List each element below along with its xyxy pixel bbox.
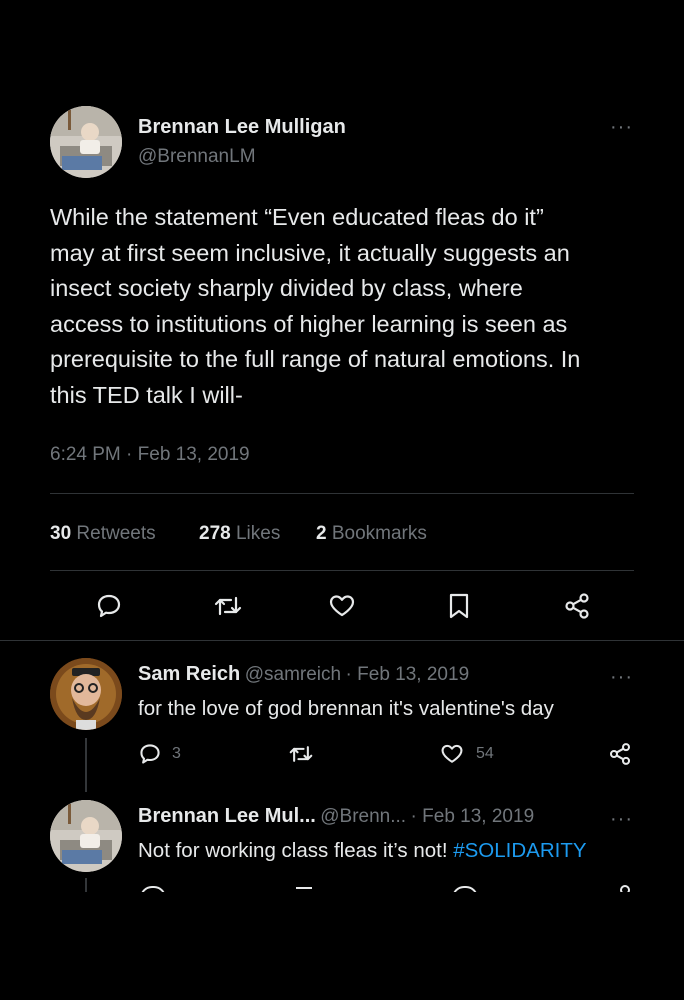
like-icon[interactable]: 54 bbox=[440, 742, 494, 766]
likes-stat[interactable]: 278 Likes bbox=[199, 523, 280, 545]
reply-icon[interactable] bbox=[95, 592, 123, 620]
tweet-text-line: may at first seem inclusive, it actually… bbox=[50, 239, 570, 266]
like-count: 54 bbox=[476, 745, 494, 762]
author-avatar[interactable] bbox=[50, 106, 122, 178]
more-options-icon[interactable]: ··· bbox=[610, 667, 633, 687]
tweet-text-line: this TED talk I will- bbox=[50, 381, 243, 408]
reply-date[interactable]: · Feb 13, 2019 bbox=[346, 664, 470, 685]
bookmarks-stat[interactable]: 2 Bookmarks bbox=[316, 523, 427, 545]
tweet-text-line: While the statement “Even educated fleas… bbox=[50, 204, 544, 230]
bookmark-icon[interactable] bbox=[446, 592, 472, 620]
reply-text-body: Not for working class fleas it’s not! bbox=[138, 839, 454, 862]
reply-header: Brennan Lee Mul... @Brenn... · Feb 13, 2… bbox=[138, 805, 534, 828]
reply-avatar[interactable] bbox=[50, 658, 122, 730]
tweet-text-line: access to institutions of higher learnin… bbox=[50, 310, 568, 337]
divider bbox=[50, 570, 634, 571]
reply-author-name[interactable]: Sam Reich bbox=[138, 663, 240, 685]
author-name[interactable]: Brennan Lee Mulligan bbox=[138, 116, 346, 139]
tweet-text-line: insect society sharply divided by class,… bbox=[50, 275, 523, 302]
reply-date[interactable]: · Feb 13, 2019 bbox=[411, 806, 535, 827]
reply-icon[interactable]: 3 bbox=[138, 742, 181, 766]
reply-header: Sam Reich @samreich · Feb 13, 2019 bbox=[138, 663, 469, 686]
divider bbox=[0, 640, 684, 641]
reply-avatar[interactable] bbox=[50, 800, 122, 872]
thread-line bbox=[85, 738, 87, 792]
retweet-icon[interactable] bbox=[213, 592, 243, 620]
tweet-text: While the statement “Even educated fleas… bbox=[50, 200, 650, 414]
tweet-timestamp[interactable]: 6:24 PM · Feb 13, 2019 bbox=[50, 444, 250, 466]
retweets-count: 30 bbox=[50, 523, 72, 544]
reply-text: Not for working class fleas it’s not! #S… bbox=[138, 839, 587, 863]
cutoff-action-row bbox=[0, 884, 684, 892]
share-icon[interactable] bbox=[608, 742, 632, 766]
reply-author-handle[interactable]: @Brenn... bbox=[320, 806, 406, 827]
bookmarks-label: Bookmarks bbox=[331, 523, 427, 544]
divider bbox=[50, 493, 634, 494]
share-icon[interactable] bbox=[563, 592, 591, 620]
retweet-icon[interactable] bbox=[288, 742, 314, 766]
retweets-stat[interactable]: 30 Retweets bbox=[50, 523, 156, 545]
reply-text: for the love of god brennan it's valenti… bbox=[138, 697, 554, 720]
reply-author-handle[interactable]: @samreich bbox=[245, 664, 341, 685]
more-options-icon[interactable]: ··· bbox=[610, 117, 633, 137]
author-handle[interactable]: @BrennanLM bbox=[138, 146, 256, 168]
retweets-label: Retweets bbox=[76, 523, 156, 544]
tweet-text-line: prerequisite to the full range of natura… bbox=[50, 346, 581, 373]
reply-count: 3 bbox=[172, 745, 181, 762]
hashtag-link[interactable]: #SOLIDARITY bbox=[453, 839, 586, 862]
bookmarks-count: 2 bbox=[316, 523, 327, 544]
likes-count: 278 bbox=[199, 523, 231, 544]
likes-label: Likes bbox=[235, 523, 281, 544]
like-icon[interactable] bbox=[328, 592, 356, 620]
more-options-icon[interactable]: ··· bbox=[610, 809, 633, 829]
reply-author-name[interactable]: Brennan Lee Mul... bbox=[138, 805, 316, 827]
